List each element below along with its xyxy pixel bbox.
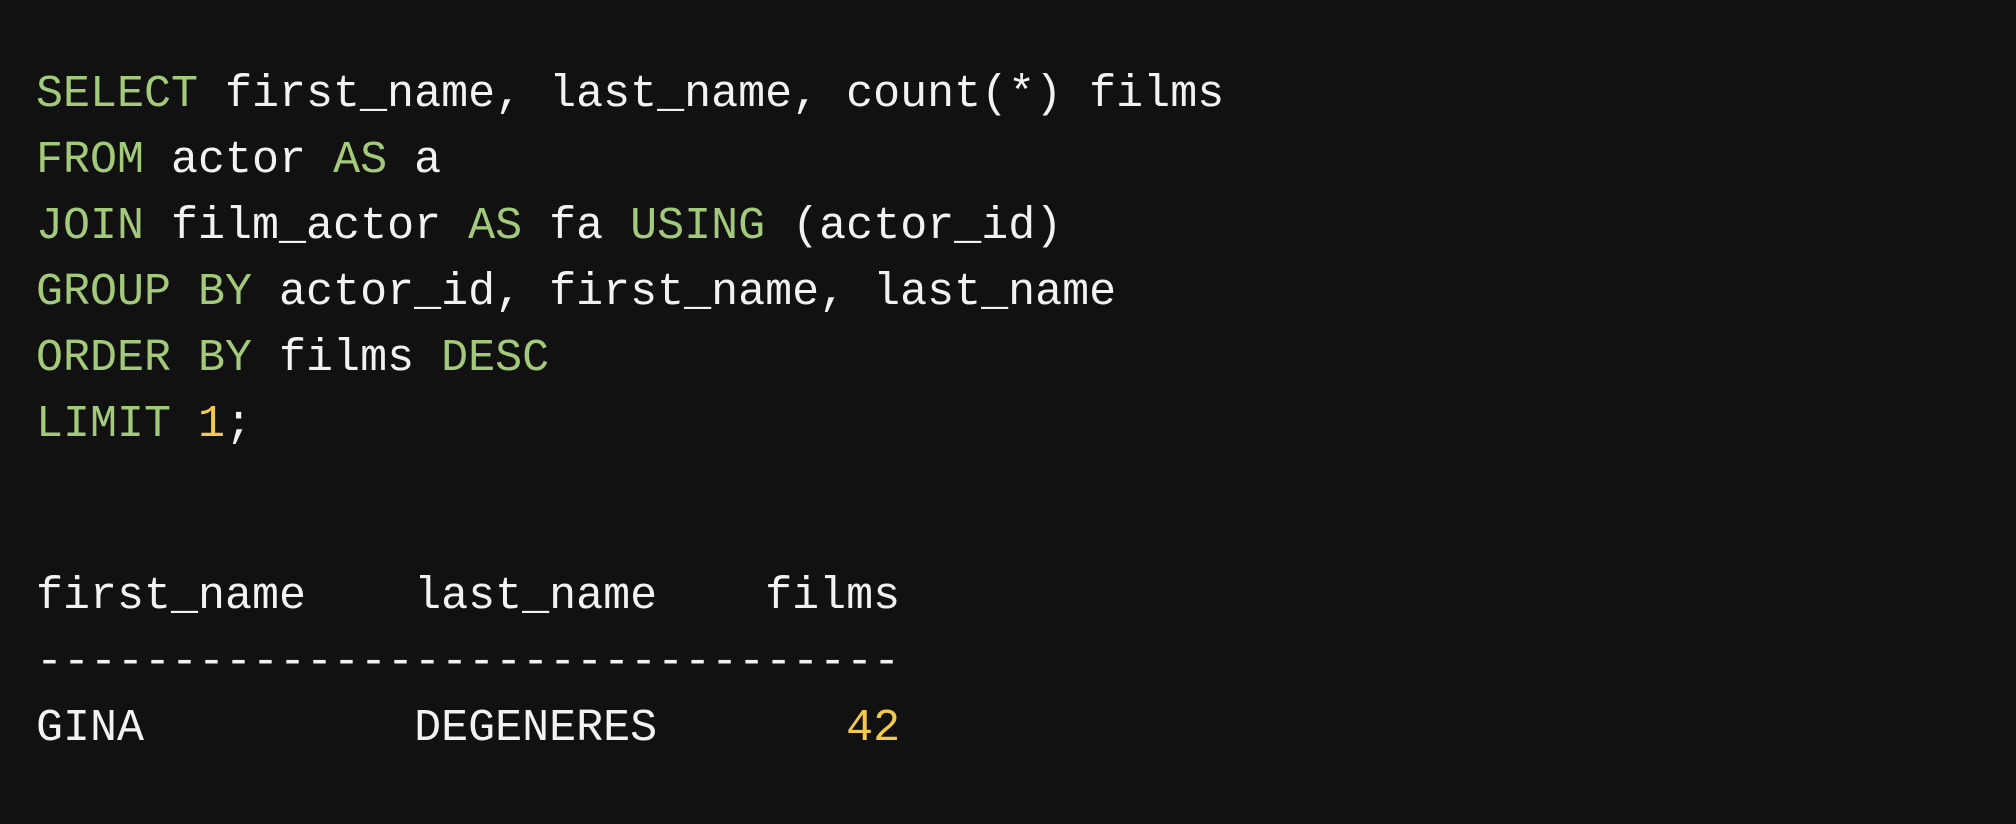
result-header-row: first_name last_name films: [36, 564, 900, 630]
sql-text: first_name, last_name, count(*) films: [198, 69, 1225, 120]
cell-films: 42: [765, 703, 901, 754]
sql-text: films: [252, 333, 442, 384]
table-row: GINA DEGENERES 42: [36, 696, 900, 762]
sql-keyword: JOIN: [36, 201, 145, 252]
query-line: FROM actor AS a: [36, 128, 1224, 194]
query-line: JOIN film_actor AS fa USING (actor_id): [36, 194, 1224, 260]
column-header-first-name: first_name: [36, 571, 307, 622]
result-separator: --------------------------------: [36, 637, 901, 688]
sql-text: film_actor: [144, 201, 469, 252]
sql-text: (actor_id): [765, 201, 1063, 252]
sql-text: actor: [144, 135, 334, 186]
sql-text: fa: [522, 201, 631, 252]
query-line: ORDER BY films DESC: [36, 326, 1224, 392]
cell-last-name: DEGENERES: [414, 703, 766, 754]
sql-keyword: DESC: [441, 333, 550, 384]
query-line: GROUP BY actor_id, first_name, last_name: [36, 260, 1224, 326]
cell-first-name: GINA: [36, 703, 415, 754]
query-line: LIMIT 1;: [36, 392, 1224, 458]
sql-keyword: FROM: [36, 135, 145, 186]
sql-query: SELECT first_name, last_name, count(*) f…: [36, 62, 1224, 458]
sql-text: actor_id, first_name, last_name: [252, 267, 1117, 318]
sql-text: ;: [225, 399, 253, 450]
sql-keyword: LIMIT: [36, 399, 172, 450]
column-header-films: films: [765, 571, 901, 622]
query-line: SELECT first_name, last_name, count(*) f…: [36, 62, 1224, 128]
sql-number: 1: [198, 399, 226, 450]
sql-keyword: AS: [468, 201, 523, 252]
sql-keyword: ORDER BY: [36, 333, 253, 384]
sql-keyword: AS: [333, 135, 388, 186]
column-header-last-name: last_name: [414, 571, 658, 622]
sql-text: a: [387, 135, 442, 186]
sql-keyword: GROUP BY: [36, 267, 253, 318]
sql-keyword: USING: [630, 201, 766, 252]
sql-keyword: SELECT: [36, 69, 199, 120]
result-table: first_name last_name films -------------…: [36, 564, 900, 762]
